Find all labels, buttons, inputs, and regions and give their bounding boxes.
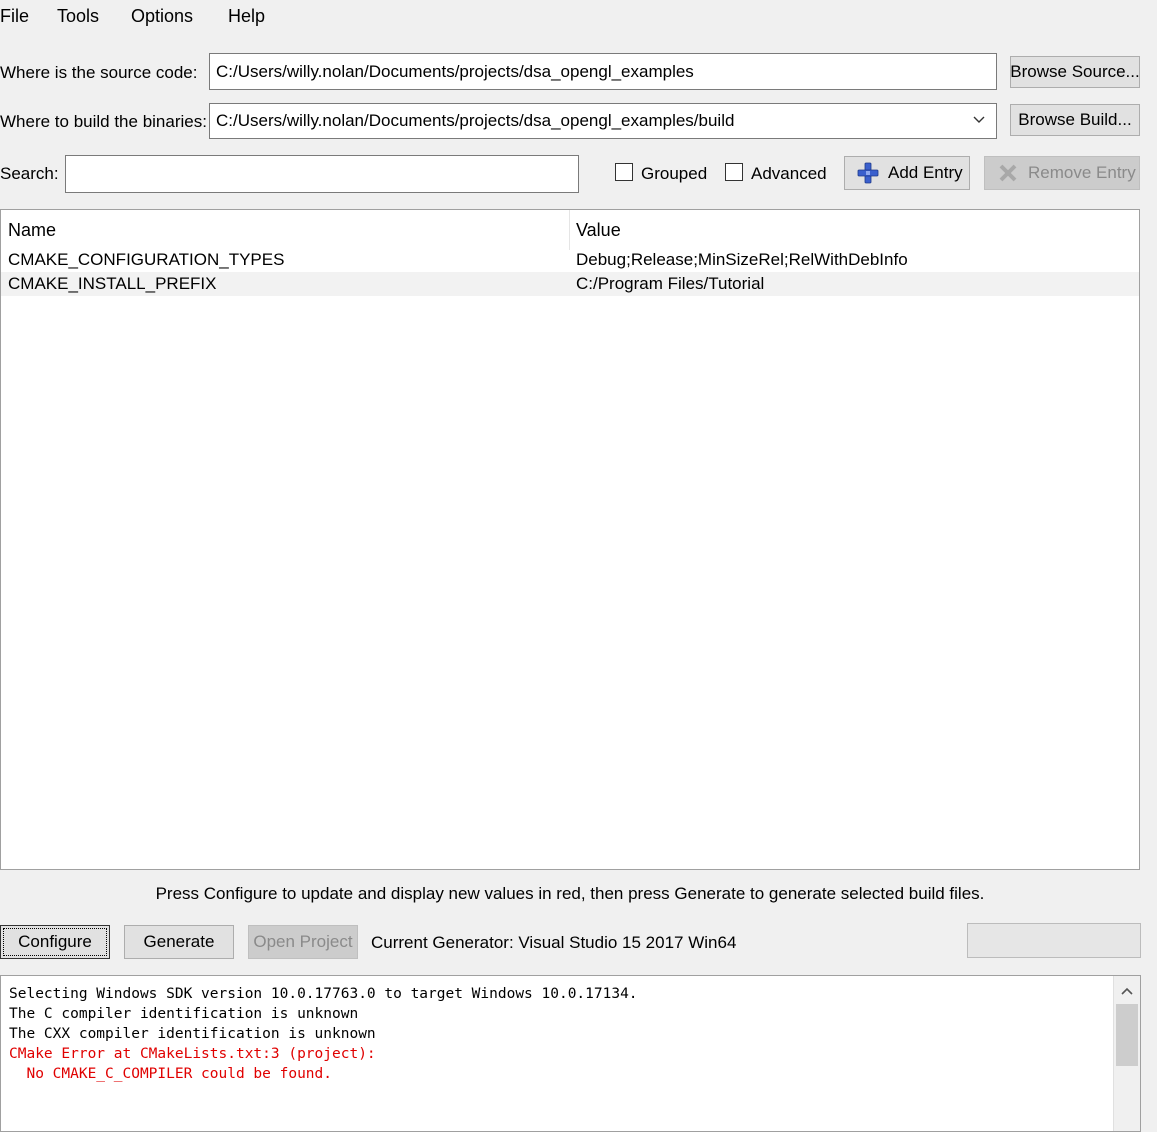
search-input[interactable]: [65, 155, 579, 193]
configure-hint: Press Configure to update and display ne…: [155, 884, 985, 903]
menu-options[interactable]: Options: [131, 6, 193, 27]
remove-icon: [999, 164, 1017, 182]
advanced-checkbox[interactable]: [725, 163, 743, 181]
log-line: Selecting Windows SDK version 10.0.17763…: [9, 986, 638, 1002]
column-separator[interactable]: [569, 210, 570, 250]
remove-entry-button[interactable]: Remove Entry: [984, 156, 1140, 190]
row-value: Debug;Release;MinSizeRel;RelWithDebInfo: [576, 250, 908, 269]
plus-icon: [857, 162, 879, 184]
browse-source-button[interactable]: Browse Source...: [1010, 56, 1140, 88]
grouped-checkbox[interactable]: [615, 163, 633, 181]
output-log[interactable]: Selecting Windows SDK version 10.0.17763…: [0, 975, 1141, 1132]
scrollbar-thumb[interactable]: [1116, 1004, 1138, 1066]
chevron-down-icon[interactable]: [972, 112, 986, 126]
log-line: The C compiler identification is unknown: [9, 1006, 359, 1022]
menu-tools[interactable]: Tools: [57, 6, 99, 27]
log-line: The CXX compiler identification is unkno…: [9, 1026, 376, 1042]
table-row[interactable]: CMAKE_INSTALL_PREFIX C:/Program Files/Tu…: [1, 272, 1139, 296]
menu-help[interactable]: Help: [228, 6, 265, 27]
current-generator-label: Current Generator: Visual Studio 15 2017…: [371, 933, 737, 952]
row-name: CMAKE_INSTALL_PREFIX: [8, 274, 217, 293]
open-project-button[interactable]: Open Project: [248, 925, 358, 959]
menu-file[interactable]: File: [0, 6, 29, 27]
build-label: Where to build the binaries:: [0, 112, 207, 131]
log-line-error: No CMAKE_C_COMPILER could be found.: [9, 1066, 333, 1082]
add-entry-button[interactable]: Add Entry: [844, 156, 970, 190]
log-scrollbar[interactable]: [1113, 976, 1140, 1131]
row-value: C:/Program Files/Tutorial: [576, 274, 765, 293]
add-entry-label: Add Entry: [888, 163, 963, 182]
configure-button[interactable]: Configure: [0, 925, 110, 959]
remove-entry-label: Remove Entry: [1028, 163, 1136, 182]
source-path-input[interactable]: C:/Users/willy.nolan/Documents/projects/…: [209, 53, 997, 90]
column-header-name[interactable]: Name: [8, 220, 56, 241]
source-label: Where is the source code:: [0, 63, 198, 82]
grouped-label: Grouped: [641, 164, 708, 183]
cache-table: Name Value CMAKE_CONFIGURATION_TYPES Deb…: [0, 209, 1140, 870]
row-name: CMAKE_CONFIGURATION_TYPES: [8, 250, 285, 269]
browse-build-button[interactable]: Browse Build...: [1010, 104, 1140, 136]
advanced-label: Advanced: [751, 164, 827, 183]
chevron-up-icon[interactable]: [1120, 984, 1134, 998]
table-row[interactable]: CMAKE_CONFIGURATION_TYPES Debug;Release;…: [1, 248, 1139, 272]
source-path-value: C:/Users/willy.nolan/Documents/projects/…: [216, 61, 694, 81]
log-line-error: CMake Error at CMakeLists.txt:3 (project…: [9, 1046, 376, 1062]
search-label: Search:: [0, 164, 59, 183]
generate-button[interactable]: Generate: [124, 925, 234, 959]
progress-bar: [967, 923, 1141, 958]
build-path-value: C:/Users/willy.nolan/Documents/projects/…: [216, 111, 735, 130]
build-path-combo[interactable]: C:/Users/willy.nolan/Documents/projects/…: [209, 103, 997, 139]
column-header-value[interactable]: Value: [576, 220, 621, 241]
